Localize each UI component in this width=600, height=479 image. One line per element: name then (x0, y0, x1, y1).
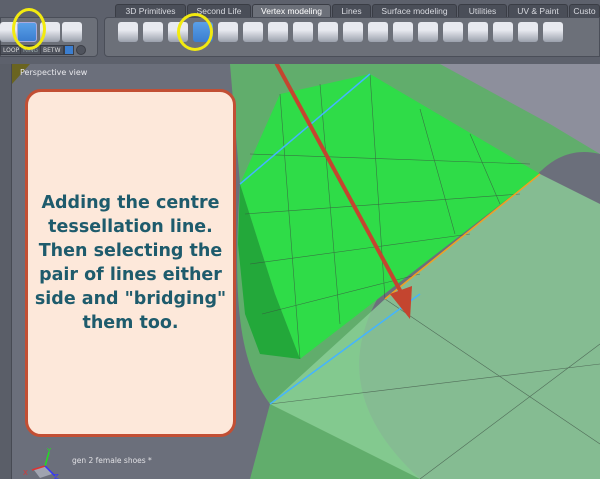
tool-icon[interactable] (518, 22, 538, 42)
highlight-ring (177, 13, 213, 51)
select-circle-icon[interactable] (76, 45, 86, 55)
tool-icon[interactable] (368, 22, 388, 42)
axis-x-label: X (23, 469, 28, 477)
highlight-ring (12, 8, 46, 50)
tool-icon[interactable] (443, 22, 463, 42)
tool-icon[interactable] (318, 22, 338, 42)
tab-uv-paint[interactable]: UV & Paint (508, 4, 568, 17)
axis-gizmo: Y X Z (23, 447, 59, 479)
tool-icon[interactable] (118, 22, 138, 42)
note-text: Adding the centre tessellation line. The… (34, 193, 227, 333)
tool-icon[interactable] (62, 22, 82, 42)
tool-icon[interactable] (268, 22, 288, 42)
tool-icon[interactable] (293, 22, 313, 42)
tool-icon[interactable] (218, 22, 238, 42)
tab-vertex-modeling[interactable]: Vertex modeling (252, 4, 331, 17)
tool-icon[interactable] (418, 22, 438, 42)
tool-icon[interactable] (468, 22, 488, 42)
select-mode-icon[interactable] (64, 45, 74, 55)
between-button[interactable]: BETW (40, 45, 64, 55)
object-name: gen 2 female shoes * (72, 456, 152, 465)
tool-icon[interactable] (493, 22, 513, 42)
tool-icon[interactable] (343, 22, 363, 42)
tool-icon[interactable] (543, 22, 563, 42)
toolbar: 3D Primitives Second Life Vertex modelin… (0, 0, 600, 64)
annotation-note: Adding the centre tessellation line. The… (25, 89, 236, 437)
tool-icon[interactable] (243, 22, 263, 42)
tab-lines[interactable]: Lines (332, 4, 371, 17)
viewport-label: Perspective view (20, 68, 88, 77)
axis-y-label: Y (46, 447, 52, 455)
tool-icon[interactable] (393, 22, 413, 42)
tab-utilities[interactable]: Utilities (458, 4, 507, 17)
tool-icon[interactable] (143, 22, 163, 42)
axis-z-label: Z (54, 473, 59, 479)
tab-surface-modeling[interactable]: Surface modeling (372, 4, 457, 17)
tab-custom[interactable]: Custo (569, 4, 600, 17)
tab-3d-primitives[interactable]: 3D Primitives (115, 4, 186, 17)
